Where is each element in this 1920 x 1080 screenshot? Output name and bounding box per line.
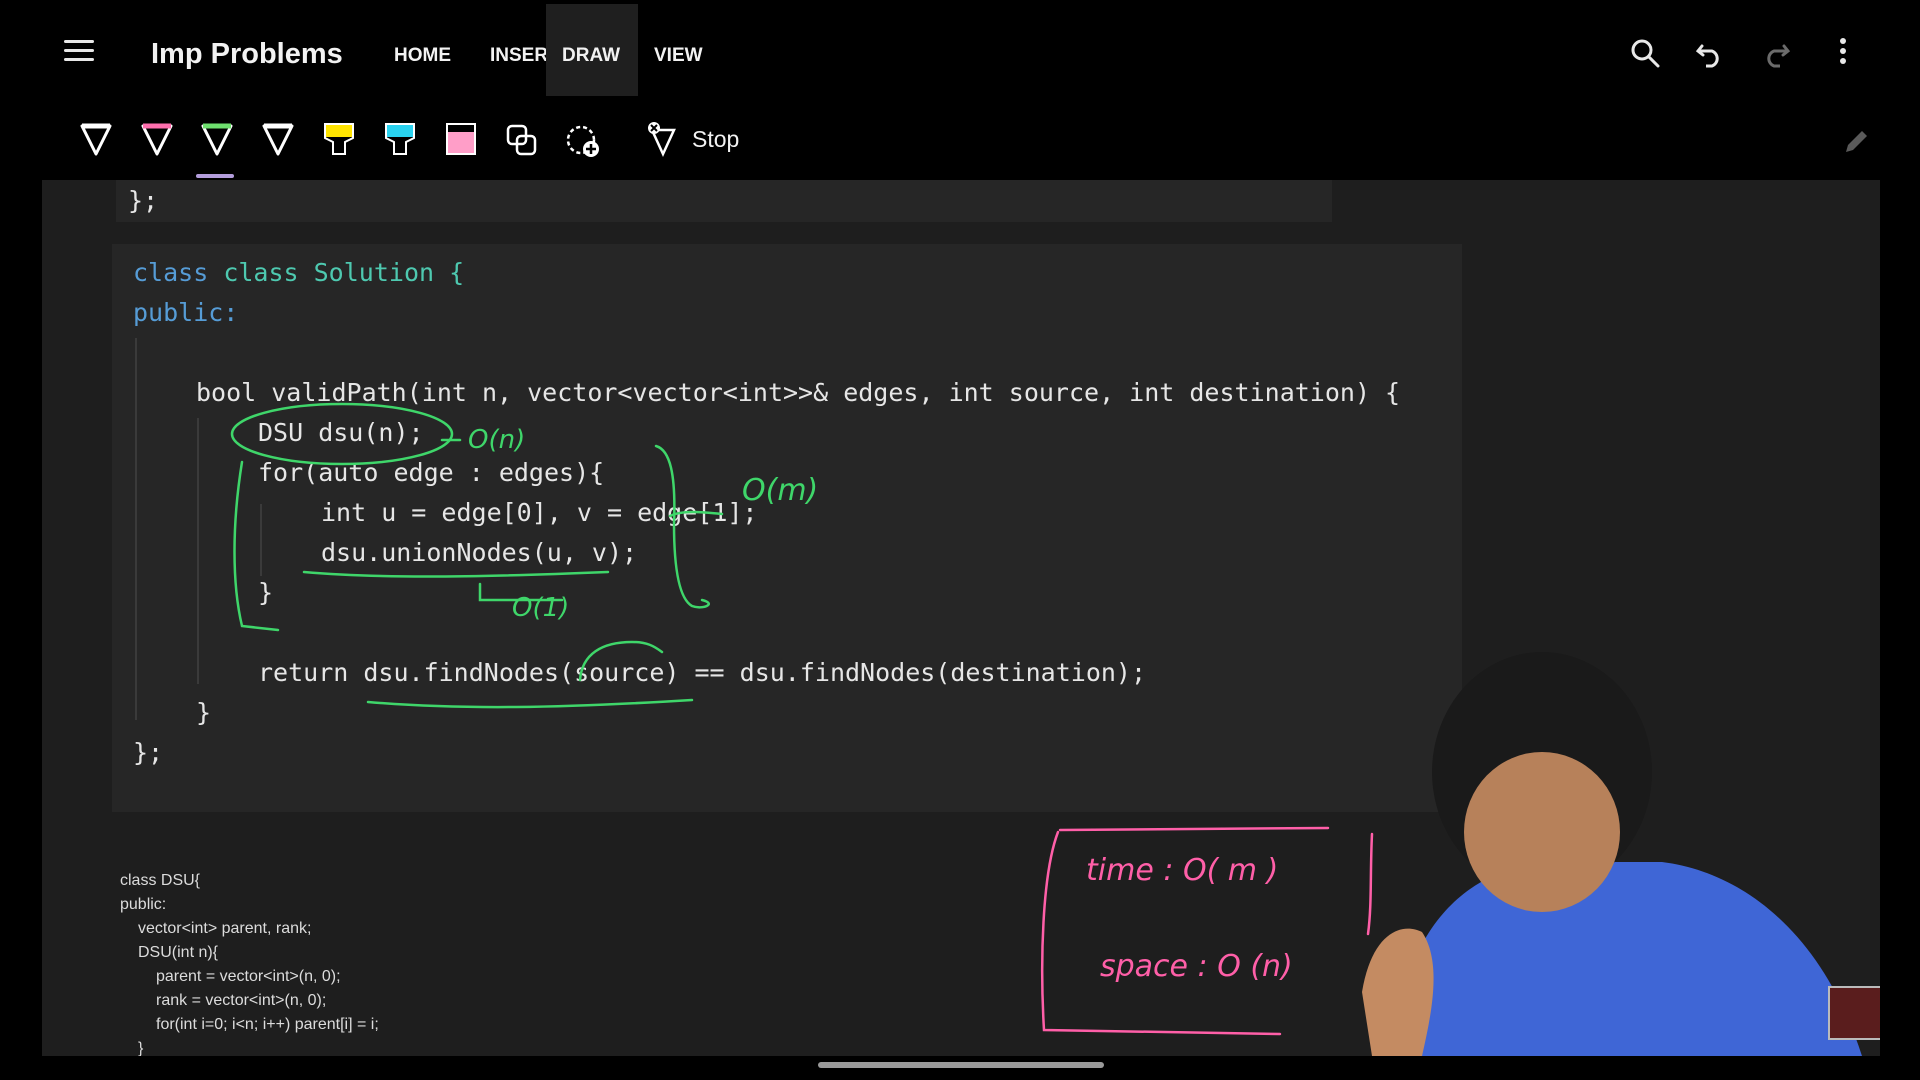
annotation-om: O(m)	[742, 473, 818, 508]
annotation-o1: O(1)	[512, 593, 569, 623]
scroll-indicator[interactable]	[818, 1062, 1104, 1068]
onenote-window: Imp Problems HOME INSERT DRAW VIEW Stop …	[42, 4, 1880, 1056]
annotation-time: time : O( m )	[1086, 853, 1278, 888]
annotation-on: O(n)	[468, 425, 525, 455]
channel-logo	[1828, 986, 1880, 1040]
presenter-video	[1362, 652, 1862, 1056]
annotation-space: space : O (n)	[1100, 949, 1293, 984]
